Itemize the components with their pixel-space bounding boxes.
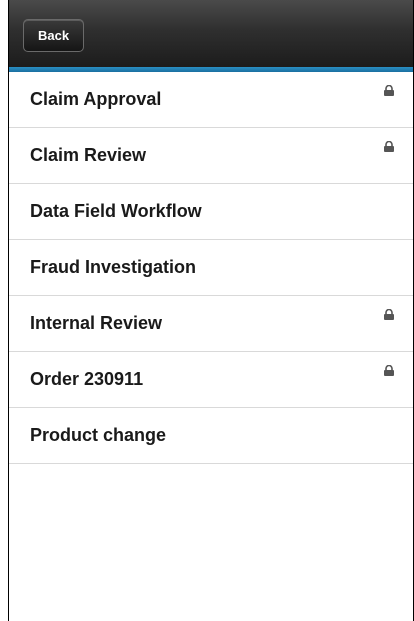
lock-icon bbox=[384, 85, 394, 96]
list-item-label: Order 230911 bbox=[30, 369, 144, 389]
list-item-label: Fraud Investigation bbox=[30, 257, 197, 277]
app-frame: Back Claim Approval Claim Review Data Fi… bbox=[8, 0, 414, 621]
list-item-data-field-workflow[interactable]: Data Field Workflow bbox=[9, 184, 413, 240]
list-item-order-230911[interactable]: Order 230911 bbox=[9, 352, 413, 408]
lock-icon bbox=[384, 309, 394, 320]
list-item-product-change[interactable]: Product change bbox=[9, 408, 413, 464]
list-item-internal-review[interactable]: Internal Review bbox=[9, 296, 413, 352]
lock-icon bbox=[384, 141, 394, 152]
lock-icon bbox=[384, 365, 394, 376]
list-item-fraud-investigation[interactable]: Fraud Investigation bbox=[9, 240, 413, 296]
header-bar: Back bbox=[9, 0, 413, 67]
back-button[interactable]: Back bbox=[23, 19, 85, 52]
list-item-label: Product change bbox=[30, 425, 167, 445]
workflow-list: Claim Approval Claim Review Data Field W… bbox=[9, 72, 413, 464]
list-item-claim-review[interactable]: Claim Review bbox=[9, 128, 413, 184]
list-item-label: Data Field Workflow bbox=[30, 201, 202, 221]
list-item-claim-approval[interactable]: Claim Approval bbox=[9, 72, 413, 128]
back-button-label: Back bbox=[38, 28, 70, 43]
list-item-label: Internal Review bbox=[30, 313, 163, 333]
list-item-label: Claim Approval bbox=[30, 89, 162, 109]
list-item-label: Claim Review bbox=[30, 145, 147, 165]
